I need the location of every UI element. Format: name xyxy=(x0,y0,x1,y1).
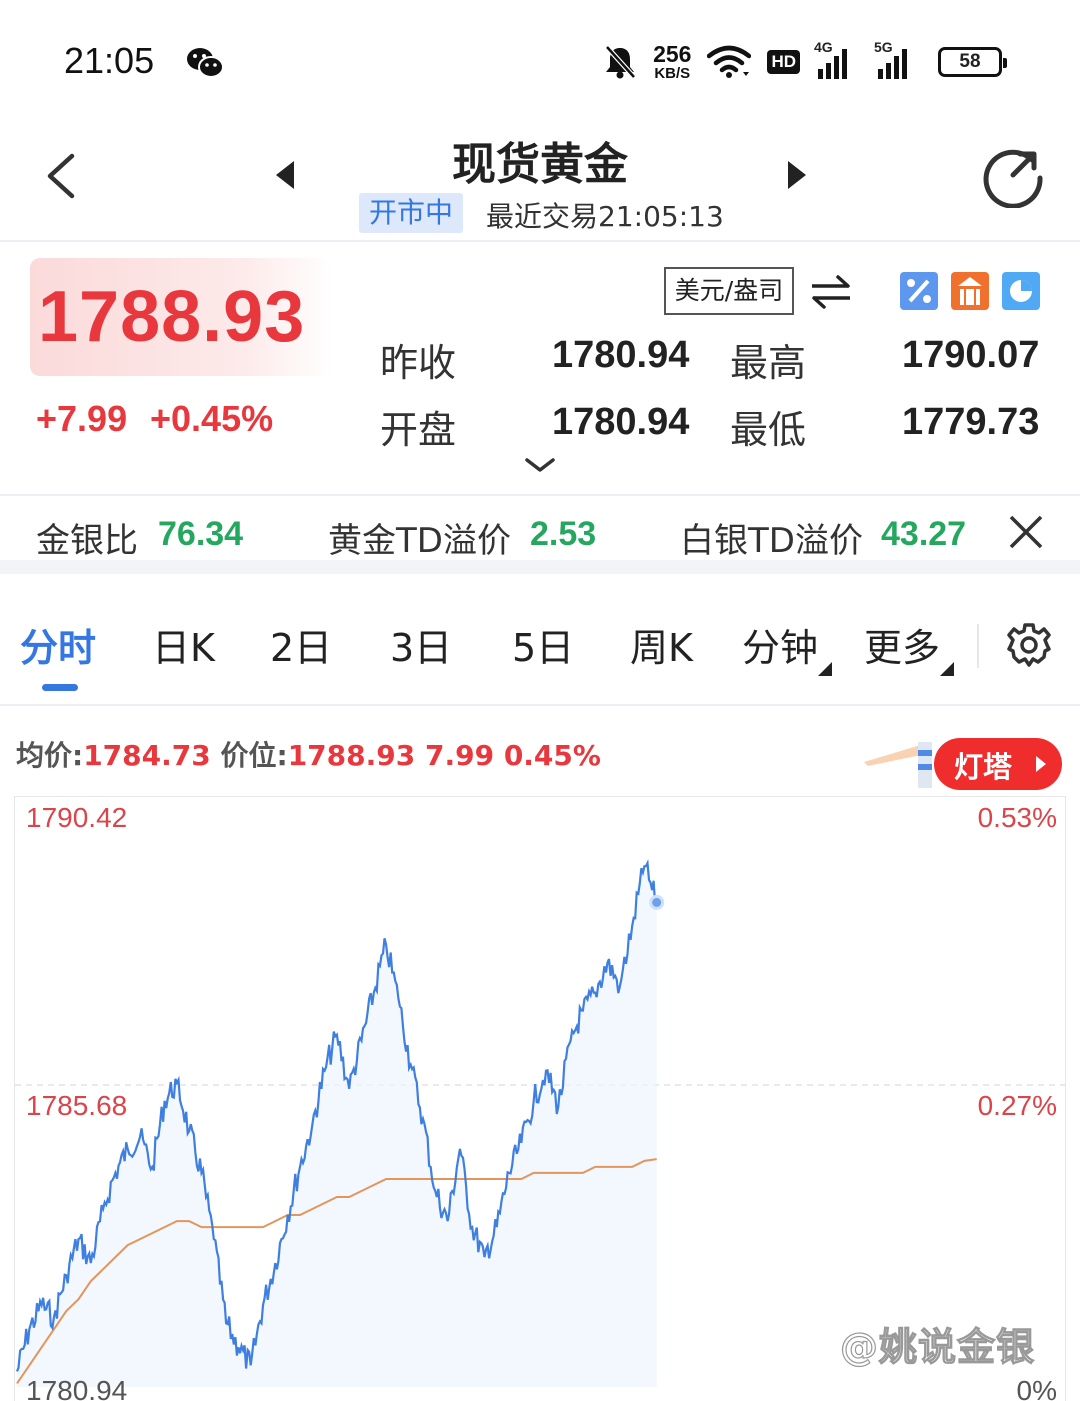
swap-icon[interactable] xyxy=(808,274,854,310)
tab-3-day[interactable]: 3日 xyxy=(390,620,452,676)
close-icon[interactable] xyxy=(1006,512,1046,552)
open-value: 1780.94 xyxy=(552,401,690,443)
net-speed-value: 256 xyxy=(653,40,692,67)
signal-icon: 5G xyxy=(874,39,922,79)
price-change: +7.99 xyxy=(36,398,128,439)
silver-td-value: 43.27 xyxy=(881,515,967,553)
status-icons: 256 KB/S HD 4G 5G 58 xyxy=(603,39,1007,84)
gold-silver-ratio-label: 金银比 xyxy=(36,521,138,561)
y-tick-left-top: 1790.42 xyxy=(26,802,127,833)
y-tick-right-bottom: 0% xyxy=(1017,1375,1057,1401)
market-status-badge: 开市中 xyxy=(359,193,464,233)
dropdown-corner-icon xyxy=(818,662,832,676)
signal-1-label: 4G xyxy=(814,39,833,55)
intraday-chart[interactable]: 1790.42 1785.68 1780.94 0.53% 0.27% 0% xyxy=(14,796,1067,1401)
tab-2-day[interactable]: 2日 xyxy=(270,620,332,676)
y-tick-left-mid: 1785.68 xyxy=(26,1090,127,1121)
lighthouse-label[interactable]: 灯塔 xyxy=(954,744,1012,786)
tab-divider xyxy=(977,624,979,668)
hd-badge: HD xyxy=(767,50,800,74)
open-label: 开盘 xyxy=(380,408,457,452)
last-price-dot xyxy=(649,894,665,910)
gold-td-label: 黄金TD溢价 xyxy=(328,521,511,561)
last-trade-time: 最近交易21:05:13 xyxy=(486,200,724,233)
avg-price-label: 均价: xyxy=(16,739,84,772)
y-tick-right-mid: 0.27% xyxy=(978,1090,1057,1121)
avg-price-value: 1784.73 xyxy=(83,739,211,772)
page-title: 现货黄金 xyxy=(452,139,628,190)
bell-muted-icon xyxy=(605,45,636,79)
low-value: 1779.73 xyxy=(902,401,1040,443)
chart-change-pct: 0.45% xyxy=(503,739,601,772)
tab-intraday[interactable]: 分时 xyxy=(20,620,96,676)
wechat-icon xyxy=(187,48,224,78)
battery-level: 58 xyxy=(959,51,981,72)
status-time: 21:05 xyxy=(64,40,155,81)
chart-canvas: 1790.42 1785.68 1780.94 0.53% 0.27% 0% xyxy=(15,802,1067,1401)
tab-daily-k[interactable]: 日K xyxy=(152,620,215,676)
high-label: 最高 xyxy=(730,341,807,385)
percent-tool-icon[interactable] xyxy=(900,272,938,310)
gold-td-value: 2.53 xyxy=(530,515,597,553)
net-speed: 256 KB/S xyxy=(653,40,692,82)
signal-2-label: 5G xyxy=(874,39,893,55)
expand-chevron-icon[interactable] xyxy=(524,456,556,476)
gold-silver-ratio-value: 76.34 xyxy=(158,515,244,553)
net-speed-unit: KB/S xyxy=(654,64,691,82)
settings-gear-icon[interactable] xyxy=(1006,622,1052,668)
prev-close-label: 昨收 xyxy=(380,341,457,385)
prev-close-value: 1780.94 xyxy=(552,334,690,376)
dropdown-corner-icon xyxy=(940,662,954,676)
price-area-fill xyxy=(17,863,657,1387)
wifi-icon xyxy=(707,45,752,78)
pie-tool-icon[interactable] xyxy=(1002,272,1040,310)
signal-icon: 4G xyxy=(814,39,860,79)
last-price: 1788.93 xyxy=(38,277,306,357)
y-tick-right-top: 0.53% xyxy=(978,802,1057,833)
currency-unit-button[interactable]: 美元/盎司 xyxy=(664,267,794,315)
price-change-percent: +0.45% xyxy=(150,398,274,439)
y-tick-left-bottom: 1780.94 xyxy=(26,1375,127,1401)
low-label: 最低 xyxy=(730,408,807,452)
active-tab-indicator xyxy=(42,684,78,691)
watermark: @姚说金银 xyxy=(839,1324,1036,1369)
price-value: 1788.93 xyxy=(287,739,416,772)
battery-icon: 58 xyxy=(938,47,1007,77)
tab-minute[interactable]: 分钟 xyxy=(742,620,818,676)
divider xyxy=(0,704,1080,706)
tab-5-day[interactable]: 5日 xyxy=(512,620,574,676)
silver-td-label: 白银TD溢价 xyxy=(680,521,863,561)
tab-more[interactable]: 更多 xyxy=(864,620,940,676)
price-label: 价位: xyxy=(220,739,288,772)
tab-weekly-k[interactable]: 周K xyxy=(630,620,693,676)
chart-change: 7.99 xyxy=(424,739,495,772)
chart-info-line: 均价:1784.73 价位:1788.93 7.99 0.45% xyxy=(16,734,601,774)
divider xyxy=(0,240,1080,242)
lighthouse-tool-icon[interactable] xyxy=(951,272,989,310)
high-value: 1790.07 xyxy=(902,334,1040,376)
